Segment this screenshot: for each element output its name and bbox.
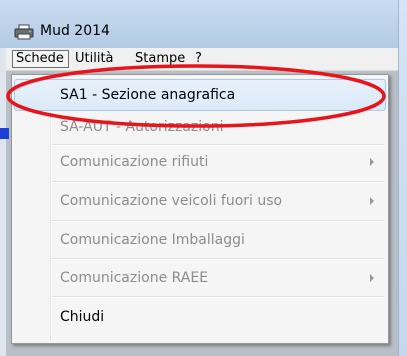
menu-item-label: Comunicazione RAEE [60,270,209,286]
menu-item-label: Comunicazione rifiuti [60,154,209,170]
title-bar: Mud 2014 [0,0,407,48]
menu-item-sa1-sezione-anagrafica[interactable]: SA1 - Sezione anagrafica [14,79,386,111]
window-border-right [398,0,407,356]
menu-item-comunicazione-veicoli[interactable]: Comunicazione veicoli fuori uso [14,185,386,217]
printer-app-icon[interactable] [14,24,34,40]
schede-dropdown-menu: SA1 - Sezione anagrafica SA-AUT - Autori… [11,74,389,344]
menu-item-label: SA-AUT - Autorizzazioni [60,119,224,135]
menu-separator [52,181,384,183]
blue-marker [0,128,9,139]
menu-item-chiudi[interactable]: Chiudi [14,301,386,333]
menu-item-sa-aut-autorizzazioni[interactable]: SA-AUT - Autorizzazioni [14,111,386,143]
menu-item-label: Chiudi [60,309,105,325]
menu-item-label: SA1 - Sezione anagrafica [60,87,236,103]
menu-item-label: Comunicazione Imballaggi [60,232,245,248]
menu-separator [52,220,384,222]
menu-item-comunicazione-rifiuti[interactable]: Comunicazione rifiuti [14,146,386,178]
menu-help[interactable]: ? [192,50,205,68]
submenu-arrow-icon [370,274,374,282]
submenu-arrow-icon [370,158,374,166]
menu-bar: Schede Utilità Stampe ? [6,48,398,71]
window-title: Mud 2014 [40,23,110,39]
app-window: Mud 2014 Schede Utilità Stampe ? SA1 - S… [0,0,407,356]
menu-schede[interactable]: Schede [12,50,69,68]
menu-item-label: Comunicazione veicoli fuori uso [60,193,283,209]
submenu-arrow-icon [370,197,374,205]
menu-item-comunicazione-imballaggi[interactable]: Comunicazione Imballaggi [14,224,386,256]
menu-stampe[interactable]: Stampe [132,50,188,68]
menu-separator [52,296,384,298]
menu-utilita[interactable]: Utilità [72,50,117,68]
menu-item-comunicazione-raee[interactable]: Comunicazione RAEE [14,262,386,294]
menu-separator [52,258,384,260]
